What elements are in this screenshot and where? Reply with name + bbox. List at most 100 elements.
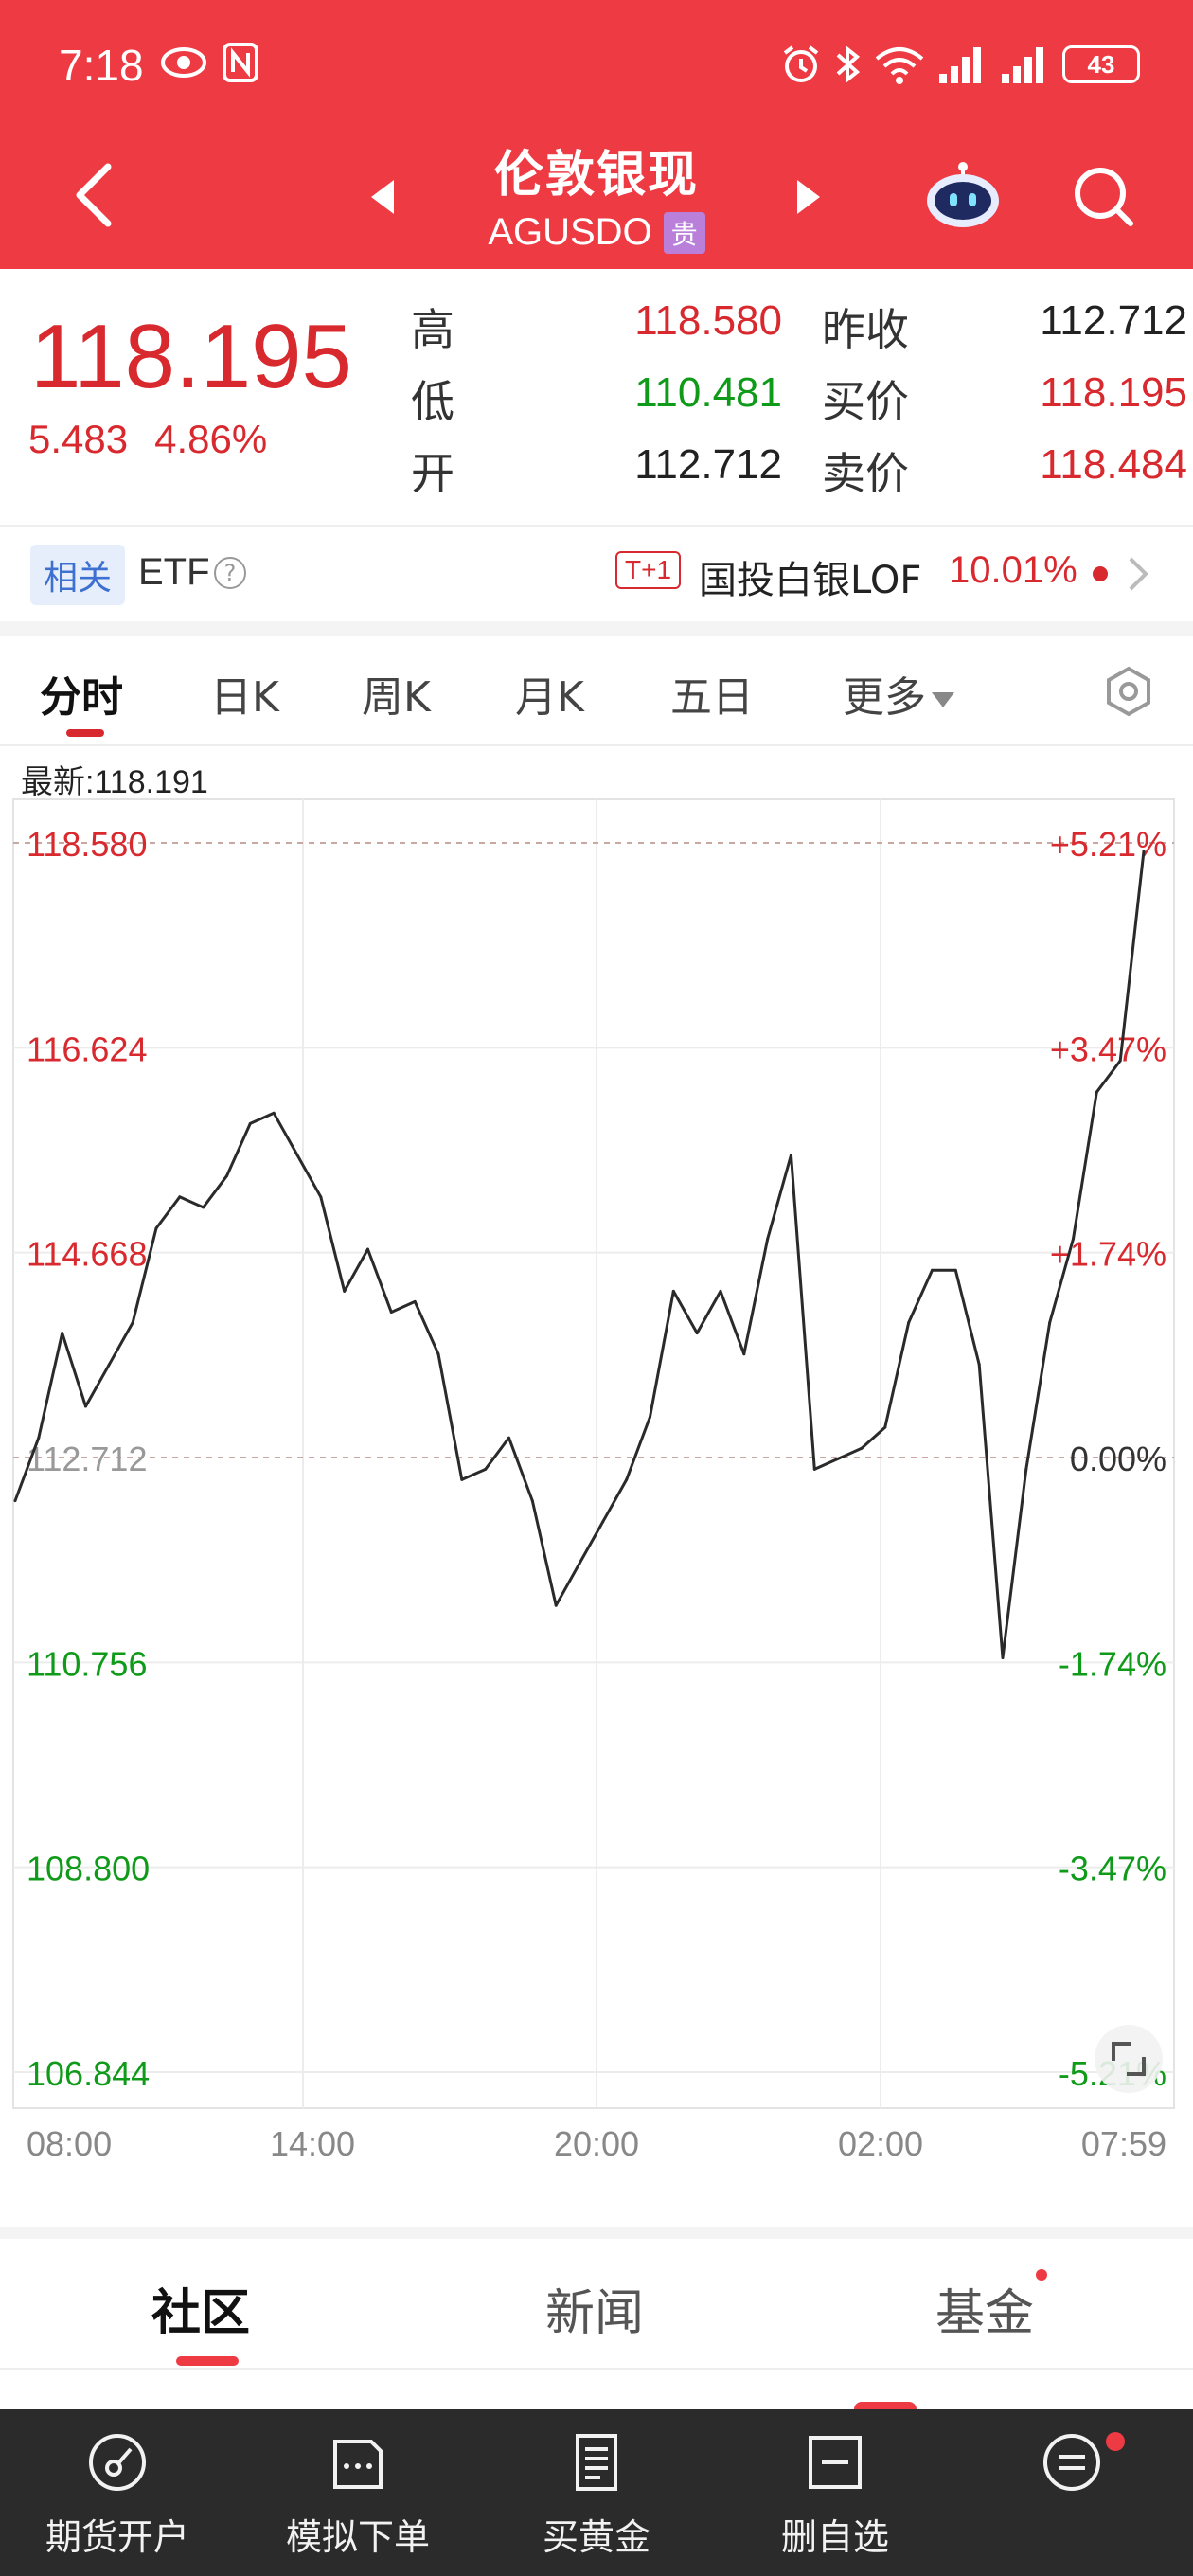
price-point xyxy=(389,1311,393,1314)
fullscreen-button[interactable] xyxy=(1095,2025,1163,2093)
symbol-title-block: 伦敦银现 AGUSDO 贵 xyxy=(417,134,776,254)
price-point xyxy=(860,1446,864,1450)
help-icon[interactable]: ? xyxy=(214,557,246,589)
percent-tick-label: -3.47% xyxy=(1059,1850,1166,1888)
price-point xyxy=(671,1289,675,1293)
status-left-icons xyxy=(159,42,259,83)
price-point xyxy=(84,1404,87,1408)
nav-label: 模拟下单 xyxy=(285,2516,430,2558)
price-point xyxy=(719,1289,722,1293)
ask-value: 118.484 xyxy=(1040,441,1187,488)
tab-news[interactable]: 新闻 xyxy=(545,2273,644,2344)
x-tick-label: 08:00 xyxy=(27,2124,112,2159)
wifi-icon xyxy=(875,47,924,84)
nav-label: 删自选 xyxy=(780,2516,889,2558)
nav-label: 期货开户 xyxy=(45,2516,189,2558)
y-tick-label: 110.756 xyxy=(27,1644,147,1683)
divider xyxy=(0,2368,1193,2370)
nav-remove-watchlist[interactable]: 删自选 xyxy=(731,2409,939,2576)
nav-more[interactable] xyxy=(968,2409,1176,2576)
y-tick-label: 112.712 xyxy=(27,1440,147,1478)
price-point xyxy=(1024,1467,1028,1471)
bottom-nav: 期货开户 模拟下单 买黄金 删自选 xyxy=(0,2409,1193,2576)
tab-five-day[interactable]: 五日 xyxy=(670,663,754,724)
price-point xyxy=(272,1111,276,1115)
battery-icon: 43 xyxy=(1062,45,1140,83)
high-label: 高 xyxy=(411,304,454,355)
next-symbol-button[interactable] xyxy=(793,176,826,218)
price-point xyxy=(507,1436,510,1440)
signal-icon-2 xyxy=(1002,47,1043,83)
app-header: 7:18 43 伦敦银现 AGUSDO 贵 xyxy=(0,0,1193,269)
price-point xyxy=(695,1332,699,1335)
percent-tick-label: +5.21% xyxy=(1050,825,1166,864)
caret-down-icon xyxy=(932,692,954,707)
price-point xyxy=(319,1195,323,1199)
battery-level: 43 xyxy=(1087,49,1115,79)
x-tick-label: 07:59 xyxy=(1081,2124,1166,2159)
price-point xyxy=(836,1457,840,1460)
price-point xyxy=(766,1237,770,1241)
tab-daily-k[interactable]: 日K xyxy=(210,663,279,724)
related-fund-name[interactable]: 国投白银LOF xyxy=(699,549,921,604)
price-point xyxy=(977,1363,981,1367)
alarm-icon xyxy=(783,45,819,82)
price-point xyxy=(554,1603,558,1607)
tab-community[interactable]: 社区 xyxy=(151,2273,250,2344)
price-point xyxy=(790,1154,792,1157)
y-tick-label: 114.668 xyxy=(27,1235,147,1274)
price-point xyxy=(1118,1059,1122,1063)
search-button[interactable] xyxy=(1070,163,1136,229)
price-point xyxy=(37,1436,41,1440)
x-tick-label: 20:00 xyxy=(554,2124,639,2159)
price-point xyxy=(131,1321,134,1324)
divider xyxy=(0,744,1193,746)
eye-icon xyxy=(161,47,206,78)
receipt-icon xyxy=(576,2434,617,2491)
current-price: 118.195 xyxy=(30,306,352,407)
y-tick-label: 116.624 xyxy=(27,1029,147,1068)
y-tick-label: 106.844 xyxy=(27,2054,150,2093)
related-etf-label: ETF xyxy=(138,551,210,593)
tab-intraday[interactable]: 分时 xyxy=(40,663,123,724)
related-tag[interactable]: 相关 xyxy=(30,545,126,605)
price-point xyxy=(649,1415,651,1419)
price-point xyxy=(61,1332,64,1335)
bluetooth-icon xyxy=(836,45,861,84)
open-label: 开 xyxy=(411,448,454,499)
change-percent: 4.86% xyxy=(154,417,268,461)
price-point xyxy=(413,1299,417,1303)
price-point xyxy=(883,1425,887,1429)
price-point xyxy=(202,1206,205,1209)
tab-more[interactable]: 更多 xyxy=(843,663,954,724)
active-tab-indicator xyxy=(176,2356,239,2366)
price-point xyxy=(1095,1090,1098,1094)
assistant-robot-button[interactable] xyxy=(922,159,1004,231)
price-point xyxy=(225,1174,228,1178)
nav-buy-gold[interactable]: 买黄金 xyxy=(492,2409,701,2576)
price-point xyxy=(248,1121,252,1125)
x-tick-label: 14:00 xyxy=(270,2124,355,2159)
tab-monthly-k[interactable]: 月K xyxy=(515,663,584,724)
price-point xyxy=(154,1226,158,1230)
tab-funds[interactable]: 基金 xyxy=(935,2273,1034,2344)
section-gap xyxy=(0,621,1193,636)
status-right-icons: 43 xyxy=(780,44,1140,85)
bid-label: 买价 xyxy=(822,376,909,427)
nav-simulated-order[interactable]: 模拟下单 xyxy=(254,2409,462,2576)
x-tick-label: 02:00 xyxy=(838,2124,923,2159)
section-gap xyxy=(0,2227,1193,2239)
active-tab-indicator xyxy=(66,729,104,737)
price-line xyxy=(13,850,1146,1659)
tab-weekly-k[interactable]: 周K xyxy=(362,663,431,724)
nav-futures-account[interactable]: 期货开户 xyxy=(13,2409,222,2576)
percent-tick-label: +1.74% xyxy=(1050,1235,1166,1274)
settings-hexagon-icon[interactable] xyxy=(1100,663,1157,720)
price-point xyxy=(931,1268,934,1272)
price-point xyxy=(178,1195,182,1199)
intraday-chart[interactable]: 118.580 +5.21% 116.624 +3.47% 114.668 +1.74% 1… xyxy=(0,796,1193,2159)
back-button[interactable] xyxy=(66,159,123,231)
chevron-right-icon[interactable] xyxy=(1127,555,1149,593)
previous-symbol-button[interactable] xyxy=(365,176,398,218)
price-point xyxy=(366,1247,369,1251)
